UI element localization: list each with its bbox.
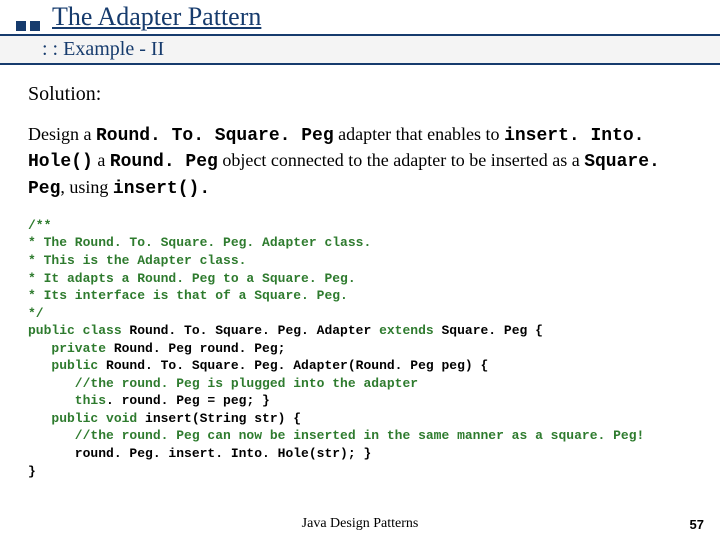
slide-subtitle: : : Example - II: [42, 38, 164, 60]
code-keyword: public void: [28, 411, 137, 426]
text: a: [93, 150, 110, 170]
bullet-square-icon: [16, 21, 26, 31]
code-inline: Round. To. Square. Peg: [96, 126, 334, 146]
code-keyword: public: [28, 358, 98, 373]
code-line: * It adapts a Round. Peg to a Square. Pe…: [28, 271, 356, 286]
slide-body: Solution: Design a Round. To. Square. Pe…: [0, 65, 720, 480]
code-text: Round. To. Square. Peg. Adapter(Round. P…: [98, 358, 488, 373]
code-keyword: public class: [28, 323, 122, 338]
divider: [0, 63, 720, 65]
text: Design a: [28, 124, 96, 144]
code-comment: //the round. Peg is plugged into the ada…: [28, 376, 418, 391]
footer-title: Java Design Patterns: [0, 516, 720, 532]
code-comment: //the round. Peg can now be inserted in …: [28, 428, 644, 443]
solution-paragraph: Design a Round. To. Square. Peg adapter …: [28, 122, 692, 201]
text: object connected to the adapter to be in…: [218, 150, 584, 170]
code-text: round. Peg. insert. Into. Hole(str); }: [28, 446, 371, 461]
code-line: */: [28, 306, 44, 321]
page-number: 57: [690, 517, 704, 532]
code-line: * Its interface is that of a Square. Peg…: [28, 288, 348, 303]
code-keyword: extends: [379, 323, 434, 338]
bullet-square-icon: [30, 21, 40, 31]
code-inline: insert().: [113, 179, 210, 199]
code-text: }: [28, 464, 36, 479]
code-text: Square. Peg {: [434, 323, 543, 338]
code-block: /** * The Round. To. Square. Peg. Adapte…: [28, 217, 692, 480]
text: , using: [60, 177, 113, 197]
header: The Adapter Pattern : : Example - II: [0, 0, 720, 65]
code-keyword: private: [28, 341, 106, 356]
code-line: /**: [28, 218, 51, 233]
code-keyword: this: [28, 393, 106, 408]
code-text: Round. Peg round. Peg;: [106, 341, 285, 356]
text: adapter that enables to: [334, 124, 504, 144]
code-line: * This is the Adapter class.: [28, 253, 246, 268]
code-text: . round. Peg = peg; }: [106, 393, 270, 408]
code-text: insert(String str) {: [137, 411, 301, 426]
section-heading: Solution:: [28, 81, 692, 108]
code-text: Round. To. Square. Peg. Adapter: [122, 323, 379, 338]
code-inline: Round. Peg: [110, 152, 218, 172]
code-line: * The Round. To. Square. Peg. Adapter cl…: [28, 235, 371, 250]
slide-title: The Adapter Pattern: [52, 2, 261, 32]
